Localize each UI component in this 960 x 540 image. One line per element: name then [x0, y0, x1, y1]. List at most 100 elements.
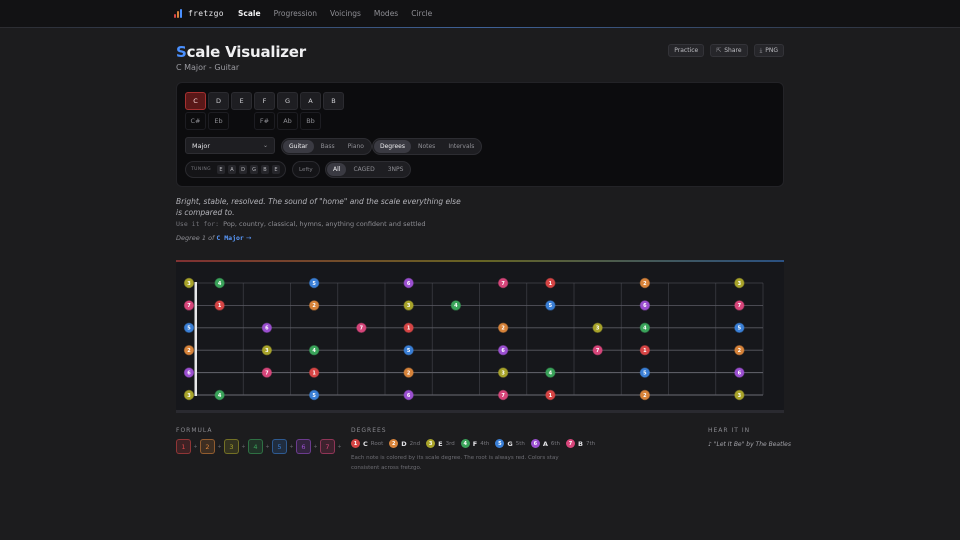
practice-button[interactable]: Practice [668, 44, 705, 57]
png-button[interactable]: ⤓ PNG [753, 44, 784, 57]
note-dot[interactable]: 6 [497, 344, 509, 356]
nav-link-circle[interactable]: Circle [411, 9, 432, 18]
instrument-option-piano[interactable]: Piano [342, 140, 370, 153]
degree-dot: 4 [460, 439, 470, 448]
fretboard: 3 4 5 6 7 1 2 3 7 1 2 3 4 5 6 7 5 6 7 1 2 3 4 5 2 3 4 5 6 7 1 2 6 7 1 2 3 4 5 6… [176, 260, 784, 413]
note-dot[interactable]: 6 [403, 389, 414, 401]
tuning-string[interactable]: G [250, 165, 258, 174]
position-option-all[interactable]: All [327, 163, 347, 176]
position-option-caged[interactable]: CAGED [347, 163, 380, 176]
share-icon: ⇱ [716, 47, 722, 54]
note-dot[interactable]: 2 [497, 322, 509, 334]
note-dot[interactable]: 6 [261, 322, 273, 334]
note-dot[interactable]: 7 [356, 322, 367, 334]
note-dot[interactable]: 1 [545, 389, 556, 401]
nav-link-scale[interactable]: Scale [238, 9, 261, 18]
note-dot[interactable]: 1 [545, 277, 556, 289]
note-dot[interactable]: 3 [183, 277, 195, 289]
formula-step: 4 [248, 439, 263, 454]
note-dot[interactable]: 7 [261, 367, 273, 378]
note-dot[interactable]: 4 [545, 367, 556, 378]
key-button-f-sharp[interactable]: F# [254, 112, 275, 130]
tuning-string[interactable]: E [272, 165, 280, 174]
lefty-toggle[interactable]: Lefty [292, 161, 320, 178]
note-dot[interactable]: 2 [183, 344, 195, 356]
tuning-string[interactable]: E [217, 165, 225, 174]
key-button-c-sharp[interactable]: C# [185, 112, 206, 130]
note-dot[interactable]: 6 [183, 367, 195, 378]
note-dot[interactable]: 7 [734, 300, 745, 311]
note-dot[interactable]: 4 [308, 344, 320, 356]
note-dot[interactable]: 6 [639, 300, 651, 311]
key-button-b[interactable]: B [323, 92, 344, 110]
tuning-string[interactable]: B [261, 165, 269, 174]
note-dot[interactable]: 4 [450, 300, 462, 311]
formula: 1 +2 +3 +4 +5 +6 +7 + [176, 439, 342, 454]
degree-item: 4 F 4th [460, 439, 489, 448]
note-dot[interactable]: 7 [497, 277, 509, 289]
note-dot[interactable]: 3 [261, 344, 273, 356]
label-mode-option-degrees[interactable]: Degrees [374, 140, 411, 153]
label-mode-option-notes[interactable]: Notes [412, 140, 441, 153]
note-dot[interactable]: 3 [592, 322, 603, 334]
note-dot[interactable]: 1 [214, 300, 225, 311]
note-dot[interactable]: 7 [497, 389, 509, 401]
key-button-eb[interactable]: Eb [208, 112, 229, 130]
note-dot[interactable]: 7 [183, 300, 195, 311]
note-dot[interactable]: 1 [403, 322, 414, 334]
note-dot[interactable]: 5 [308, 277, 320, 289]
download-icon: ⤓ [759, 46, 763, 54]
hear-it-song[interactable]: ♪ "Let It Be" by The Beatles [708, 441, 791, 448]
instrument-option-guitar[interactable]: Guitar [283, 140, 314, 153]
note-dot[interactable]: 5 [183, 322, 195, 334]
note-dot[interactable]: 1 [308, 367, 320, 378]
key-button-e[interactable]: E [231, 92, 252, 110]
key-button-d[interactable]: D [208, 92, 229, 110]
note-dot[interactable]: 5 [545, 300, 556, 311]
instrument-option-bass[interactable]: Bass [315, 140, 341, 153]
note-dot[interactable]: 3 [403, 300, 414, 311]
note-dot[interactable]: 6 [734, 367, 745, 378]
label-mode-option-intervals[interactable]: Intervals [442, 140, 480, 153]
note-dot[interactable]: 2 [639, 389, 651, 401]
tuning-string[interactable]: D [239, 165, 247, 174]
key-button-c[interactable]: C [185, 92, 206, 110]
note-dot[interactable]: 7 [592, 344, 603, 356]
note-dot[interactable]: 2 [734, 344, 745, 356]
note-dot-label: 2 [738, 348, 742, 354]
note-dot[interactable]: 1 [639, 344, 651, 356]
key-button-f[interactable]: F [254, 92, 275, 110]
degree-link[interactable]: C Major [216, 234, 243, 242]
note-dot[interactable]: 3 [734, 389, 745, 401]
nav-link-modes[interactable]: Modes [374, 9, 398, 18]
note-dot[interactable]: 3 [734, 277, 745, 289]
share-button[interactable]: ⇱ Share [710, 44, 748, 57]
note-dot[interactable]: 2 [639, 277, 651, 289]
note-dot[interactable]: 4 [214, 389, 225, 401]
nav-link-progression[interactable]: Progression [274, 9, 317, 18]
note-dot[interactable]: 6 [403, 277, 414, 289]
tuning-display[interactable]: TUNING EADGBE [185, 161, 286, 178]
key-button-bb[interactable]: Bb [300, 112, 321, 130]
note-dot[interactable]: 5 [639, 367, 651, 378]
note-dot[interactable]: 5 [734, 322, 745, 334]
brand[interactable]: fretzgo [174, 9, 224, 18]
note-dot[interactable]: 4 [639, 322, 651, 334]
key-button-g[interactable]: G [277, 92, 298, 110]
note-dot-label: 6 [265, 326, 269, 332]
nav-link-voicings[interactable]: Voicings [330, 9, 361, 18]
note-dot[interactable]: 4 [214, 277, 225, 289]
note-dot[interactable]: 5 [308, 389, 320, 401]
tuning-string[interactable]: A [228, 165, 236, 174]
note-dot[interactable]: 2 [308, 300, 320, 311]
scale-select[interactable]: Major ⌄ [185, 137, 275, 154]
note-dot[interactable]: 3 [497, 367, 509, 378]
note-dot-label: 3 [187, 393, 191, 399]
key-accidentals: C# Eb F# Ab Bb [185, 112, 344, 130]
position-option-3nps[interactable]: 3NPS [382, 163, 410, 176]
note-dot[interactable]: 3 [183, 389, 195, 401]
key-button-ab[interactable]: Ab [277, 112, 298, 130]
note-dot[interactable]: 2 [403, 367, 414, 378]
note-dot[interactable]: 5 [403, 344, 414, 356]
key-button-a[interactable]: A [300, 92, 321, 110]
